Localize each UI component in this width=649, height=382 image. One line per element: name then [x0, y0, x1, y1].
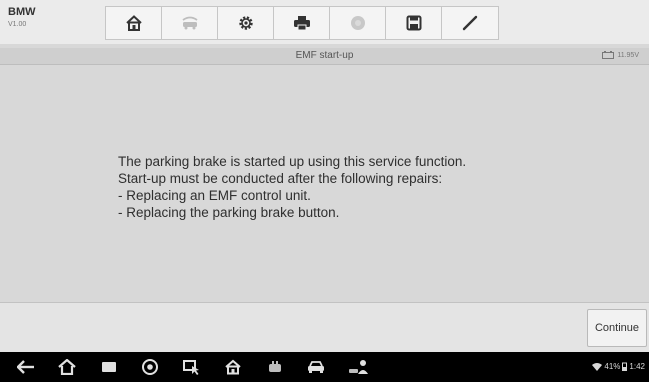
brand-name: BMW: [8, 6, 36, 18]
clock: 1:42: [629, 362, 645, 371]
home-button[interactable]: [106, 7, 162, 39]
data-log-button[interactable]: [442, 7, 498, 39]
voltage-value: 11.95V: [617, 51, 639, 59]
gear-icon: [238, 16, 253, 30]
app-screen: BMW V1.00 EMF start-up 11.95V The parkin…: [0, 0, 649, 382]
remote-support-button[interactable]: [183, 359, 201, 375]
home-nav-button[interactable]: [58, 359, 76, 375]
message-line: The parking brake is started up using th…: [118, 154, 467, 169]
page-title: EMF start-up: [295, 50, 354, 61]
maxisys-home-button[interactable]: [224, 359, 242, 375]
help-button[interactable]: [330, 7, 386, 39]
continue-button[interactable]: Continue: [587, 309, 647, 347]
message-line: - Replacing an EMF control unit.: [118, 188, 311, 203]
back-arrow-icon: [17, 360, 34, 374]
battery-voltage: 11.95V: [602, 51, 639, 59]
help-icon: [350, 16, 365, 30]
browser-button[interactable]: [141, 359, 159, 375]
vehicle-brand: BMW V1.00: [8, 6, 36, 29]
car-battery-icon: [602, 51, 615, 59]
mechanic-icon: [349, 360, 368, 374]
vci-icon: [269, 361, 281, 372]
recent-apps-icon: [102, 362, 116, 372]
android-nav-bar: 41% 1:42: [0, 352, 649, 382]
chrome-icon: [142, 359, 158, 375]
recent-apps-button[interactable]: [100, 359, 118, 375]
car-icon: [308, 361, 324, 373]
message-line: Start-up must be conducted after the fol…: [118, 171, 443, 186]
pen-icon: [462, 15, 478, 31]
message-line: - Replacing the parking brake button.: [118, 205, 340, 220]
action-bar: Continue: [0, 302, 649, 353]
service-message: The parking brake is started up using th…: [118, 153, 466, 221]
wifi-icon: [592, 362, 603, 371]
software-version: V1.00: [8, 21, 27, 28]
vehicle-swap-icon: [181, 16, 198, 30]
function-title-bar: EMF start-up 11.95V: [0, 48, 649, 65]
save-button[interactable]: [386, 7, 442, 39]
battery-icon: [622, 362, 628, 371]
settings-button[interactable]: [218, 7, 274, 39]
house-icon: [58, 359, 76, 375]
remote-desktop-icon: [183, 360, 199, 375]
vehicle-button[interactable]: [307, 359, 325, 375]
status-area: 41% 1:42: [592, 362, 645, 371]
workshop-button[interactable]: [348, 359, 370, 375]
message-panel: The parking brake is started up using th…: [0, 65, 649, 301]
top-toolbar: BMW V1.00: [0, 0, 649, 44]
vehicle-swap-button[interactable]: [162, 7, 218, 39]
maxisys-home-icon: [225, 359, 241, 375]
battery-percent: 41%: [604, 362, 621, 371]
home-icon: [125, 15, 142, 31]
printer-icon: [293, 16, 310, 31]
toolbar-buttons: [105, 6, 499, 40]
save-icon: [406, 15, 421, 31]
print-button[interactable]: [274, 7, 330, 39]
vci-button[interactable]: [266, 359, 284, 375]
back-button[interactable]: [17, 359, 35, 375]
